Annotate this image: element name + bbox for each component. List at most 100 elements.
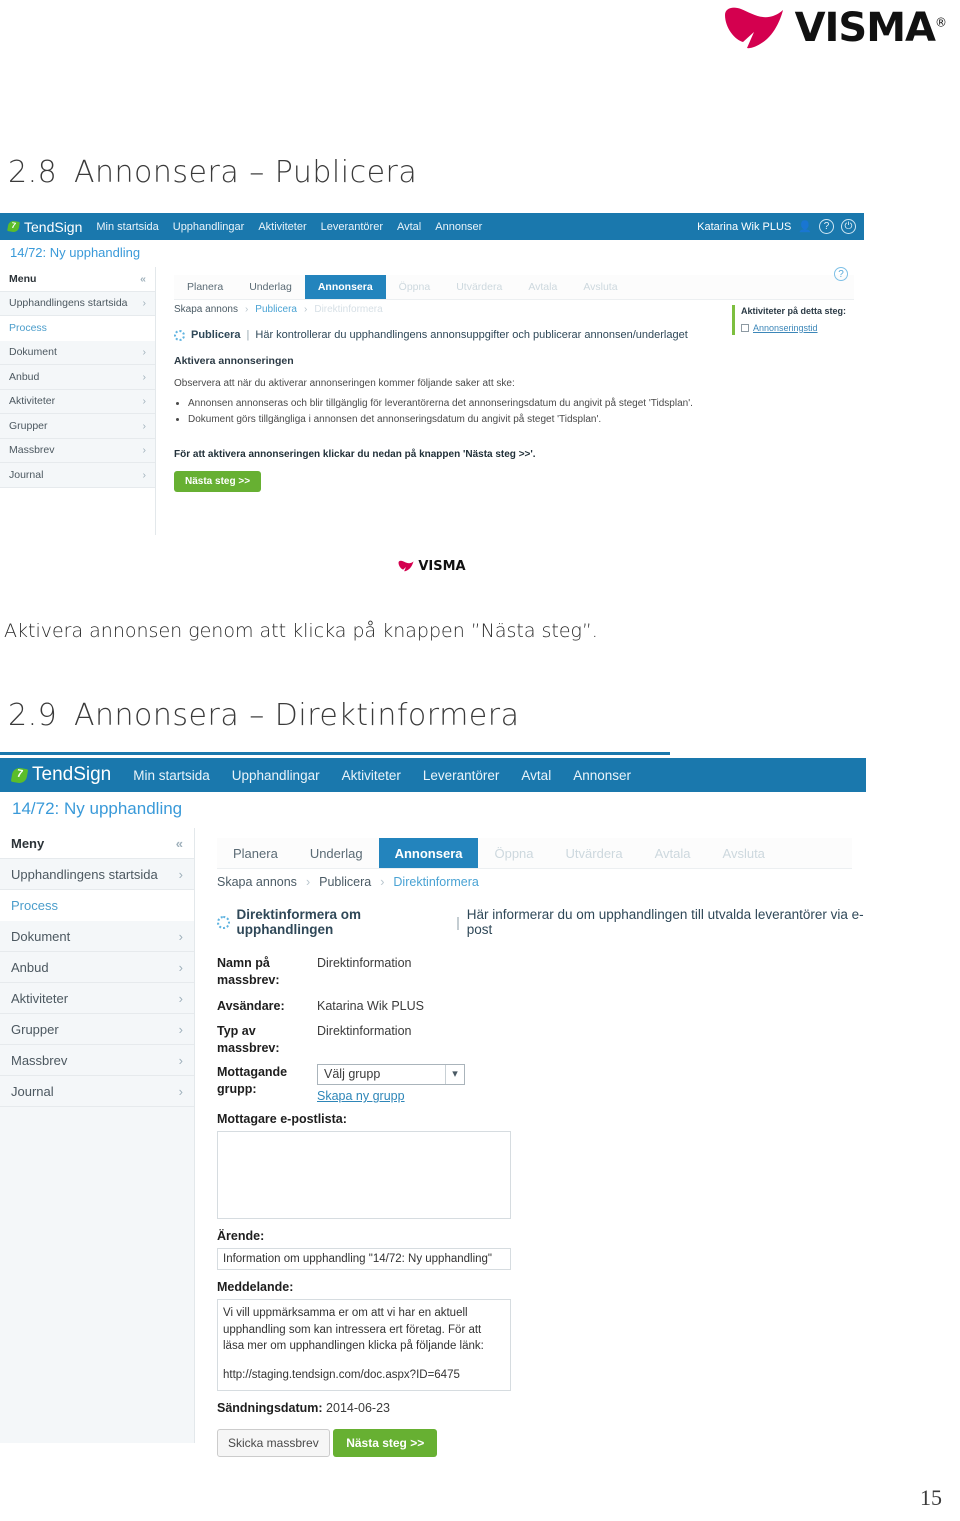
next-step-button[interactable]: Nästa steg >> [333, 1428, 438, 1457]
sidebar-item-dokument[interactable]: Dokument › [0, 921, 194, 952]
breadcrumb-direktinformera[interactable]: Direktinformera [314, 304, 382, 315]
step-label: Utvärdera [456, 281, 503, 293]
breadcrumb-skapa-annons[interactable]: Skapa annons [174, 304, 238, 315]
sidebar-item-upphandlingens-startsida[interactable]: Upphandlingens startsida › [0, 291, 155, 316]
sidebar-item-aktiviteter[interactable]: Aktiviteter › [0, 389, 155, 414]
nav-upphandlingar[interactable]: Upphandlingar [173, 221, 245, 233]
step-utvardera[interactable]: Utvärdera [550, 838, 639, 868]
activity-checkbox[interactable] [741, 324, 749, 333]
nav-aktiviteter[interactable]: Aktiviteter [342, 768, 401, 783]
body-closing: För att aktivera annonseringen klickar d… [174, 449, 536, 460]
main-content: Planera Underlag Annonsera Öppna Utvärde… [156, 267, 864, 535]
sidebar-item-grupper[interactable]: Grupper › [0, 414, 155, 439]
sidebar-item-label: Anbud [11, 959, 49, 975]
sidebar-item-dokument[interactable]: Dokument › [0, 340, 155, 365]
visma-wordmark: VISMA® [794, 5, 947, 51]
maillist-textarea[interactable] [217, 1131, 511, 1220]
nav-avtal[interactable]: Avtal [397, 221, 421, 233]
leaf-icon [7, 220, 20, 233]
chevron-double-left-icon[interactable]: « [176, 836, 183, 851]
caption-publicera: Aktivera annonsen genom att klicka på kn… [4, 620, 598, 642]
sidebar-item-process[interactable]: Process [0, 316, 155, 341]
sidebar-item-journal[interactable]: Journal › [0, 1076, 194, 1107]
step-annonsera[interactable]: Annonsera [304, 275, 386, 299]
nav-leverantorer[interactable]: Leverantörer [321, 221, 383, 233]
next-step-button[interactable]: Nästa steg >> [174, 471, 262, 492]
screenshot-publicera: TendSign Min startsida Upphandlingar Akt… [0, 213, 864, 574]
process-steps: Planera Underlag Annonsera Öppna Utvärde… [217, 838, 852, 869]
nav-leverantorer[interactable]: Leverantörer [423, 768, 500, 783]
breadcrumb-direktinformera[interactable]: Direktinformera [393, 875, 478, 889]
power-icon[interactable]: ⏻ [841, 219, 856, 234]
step-underlag[interactable]: Underlag [294, 838, 379, 868]
step-utvardera[interactable]: Utvärdera [443, 275, 515, 299]
step-planera[interactable]: Planera [174, 275, 236, 299]
body-bullet: Annonsen annonseras och blir tillgänglig… [188, 396, 694, 412]
sidebar-item-process[interactable]: Process [0, 890, 194, 921]
skapa-ny-grupp-link[interactable]: Skapa ny grupp [317, 1088, 405, 1105]
chevron-right-icon: › [142, 395, 147, 408]
subject-input[interactable]: Information om upphandling "14/72: Ny up… [217, 1248, 511, 1270]
group-select[interactable]: Välj grupp ▾ [317, 1064, 465, 1086]
field-meddelande: Meddelande: Vi vill uppmärksamma er om a… [217, 1279, 866, 1391]
breadcrumb-publicera[interactable]: Publicera [319, 875, 371, 889]
nav-avtal[interactable]: Avtal [521, 768, 551, 783]
sidebar-item-anbud[interactable]: Anbud › [0, 365, 155, 390]
step-avsluta[interactable]: Avsluta [707, 838, 781, 868]
panel-title: Publicera [191, 329, 241, 341]
step-oppna[interactable]: Öppna [386, 275, 444, 299]
panel-header: Direktinformera om upphandlingen | Här i… [217, 907, 866, 937]
sidebar-item-grupper[interactable]: Grupper › [0, 1014, 194, 1045]
step-avtala[interactable]: Avtala [515, 275, 570, 299]
chevron-right-icon: › [178, 990, 183, 1006]
tendsign-logo[interactable]: TendSign [10, 764, 111, 786]
sidebar-item-aktiviteter[interactable]: Aktiviteter › [0, 983, 194, 1014]
message-textarea[interactable]: Vi vill uppmärksamma er om att vi har en… [217, 1298, 511, 1391]
chevron-double-left-icon[interactable]: « [140, 273, 146, 285]
step-planera[interactable]: Planera [217, 838, 294, 868]
sidebar-header: Meny « [0, 828, 194, 859]
sidebar-item-massbrev[interactable]: Massbrev › [0, 1045, 194, 1076]
nav-min-startsida[interactable]: Min startsida [133, 768, 210, 783]
breadcrumb-publicera[interactable]: Publicera [255, 304, 297, 315]
sidebar-item-massbrev[interactable]: Massbrev › [0, 438, 155, 463]
step-label: Annonsera [317, 281, 373, 293]
step-oppna[interactable]: Öppna [478, 838, 549, 868]
step-avtala[interactable]: Avtala [639, 838, 707, 868]
sidebar-item-label: Massbrev [11, 1052, 68, 1068]
body-bullet: Dokument görs tillgängliga i annonsen de… [188, 412, 694, 428]
nav-annonser[interactable]: Annonser [573, 768, 631, 783]
help-icon[interactable]: ? [834, 267, 848, 281]
app-body: Meny « Upphandlingens startsida › Proces… [0, 828, 866, 1457]
step-activities-box: Aktiviteter på detta steg: Annonseringst… [732, 305, 850, 335]
chevron-right-icon: › [178, 959, 183, 975]
sidebar-item-upphandlingens-startsida[interactable]: Upphandlingens startsida › [0, 859, 194, 890]
main-content: Planera Underlag Annonsera Öppna Utvärde… [195, 828, 866, 1457]
step-annonsera[interactable]: Annonsera [378, 838, 479, 868]
tendsign-logo[interactable]: TendSign [7, 219, 82, 235]
visma-swoosh-icon [398, 560, 414, 572]
field-value: Direktinformation [317, 956, 412, 970]
sidebar-item-journal[interactable]: Journal › [0, 463, 155, 488]
section-title: Annonsera – Direktinformera [74, 698, 520, 733]
app-navbar: TendSign Min startsida Upphandlingar Akt… [0, 758, 866, 792]
visma-swoosh-icon [724, 7, 783, 49]
skicka-massbrev-button[interactable]: Skicka massbrev [217, 1428, 330, 1457]
sidebar-header-label: Meny [11, 835, 45, 851]
nav-annonser[interactable]: Annonser [435, 221, 482, 233]
nav-min-startsida[interactable]: Min startsida [96, 221, 158, 233]
sidebar-item-anbud[interactable]: Anbud › [0, 952, 194, 983]
step-label: Planera [187, 281, 224, 293]
sidebar-item-label: Grupper [11, 1021, 59, 1037]
breadcrumb-skapa-annons[interactable]: Skapa annons [217, 875, 297, 889]
nav-aktiviteter[interactable]: Aktiviteter [258, 221, 306, 233]
activity-link-annonseringstid[interactable]: Annonseringstid [753, 322, 818, 336]
step-underlag[interactable]: Underlag [236, 275, 305, 299]
step-avsluta[interactable]: Avsluta [570, 275, 630, 299]
sidebar-item-label: Upphandlingens startsida [9, 297, 128, 310]
user-gear-icon[interactable]: 👤 [798, 220, 812, 233]
chevron-down-icon[interactable]: ▾ [445, 1065, 464, 1085]
question-circle-icon[interactable]: ? [819, 219, 834, 234]
chevron-right-icon: › [380, 875, 385, 889]
nav-upphandlingar[interactable]: Upphandlingar [232, 768, 320, 783]
